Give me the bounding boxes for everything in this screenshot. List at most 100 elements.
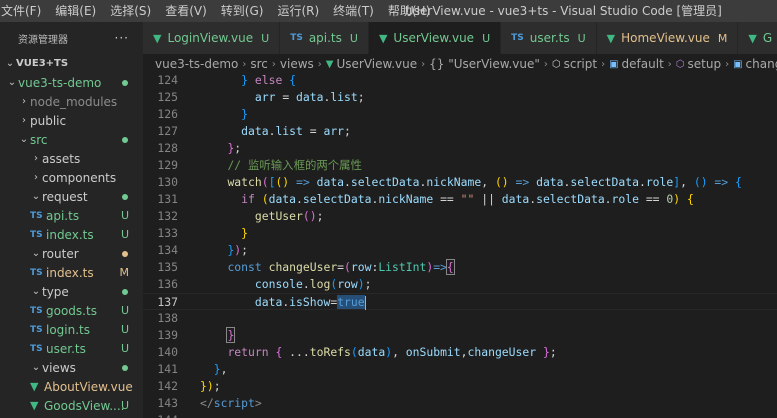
tree-item[interactable]: ⌄ request — [0, 187, 143, 206]
chevron-down-icon: ⌄ — [31, 248, 41, 259]
symbol-icon: ⬡ — [551, 58, 561, 70]
git-status-badge: U — [120, 399, 129, 412]
git-status-badge: U — [120, 342, 129, 355]
code-text: } — [241, 226, 249, 240]
code-text: } — [226, 327, 236, 343]
code-text: arr = data.list; — [254, 90, 365, 104]
code-line: 130 watch([() => data.selectData.nickNam… — [143, 174, 777, 191]
typescript-file-icon: TS — [30, 324, 43, 335]
chevron-right-icon: › — [22, 115, 26, 126]
chevron-down-icon: ⌄ — [7, 77, 17, 88]
tab-homeview-vue[interactable]: ▼ HomeView.vue M — [596, 22, 739, 54]
tree-item-label: node_modules — [30, 94, 118, 109]
tab-api-ts[interactable]: TS api.ts U — [280, 22, 369, 54]
tree-item[interactable]: › public — [0, 111, 143, 130]
window-title: UserView.vue - vue3+ts - Visual Studio C… — [405, 4, 722, 18]
vue-file-icon: ▼ — [748, 31, 757, 45]
code-text: } else { — [241, 73, 297, 87]
tree-item[interactable]: ⌄ vue3-ts-demo — [0, 73, 143, 92]
menu-view[interactable]: 查看(V) — [158, 0, 214, 22]
typescript-file-icon: TS — [511, 33, 524, 43]
tree-item[interactable]: ▼ GoodsView.... U — [0, 396, 143, 415]
typescript-file-icon: TS — [30, 210, 43, 221]
tab-user-ts[interactable]: TS user.ts U — [501, 22, 597, 54]
tree-item[interactable]: ⌄ type — [0, 282, 143, 301]
symbol-icon: ▣ — [609, 58, 619, 70]
code-text: }); — [227, 243, 249, 257]
method-icon: ⬡ — [675, 58, 685, 70]
menu-selection[interactable]: 选择(S) — [103, 0, 158, 22]
tree-item[interactable]: TS login.ts U — [0, 320, 143, 339]
chevron-right-icon: › — [34, 153, 38, 164]
project-name: VUE3+TS — [16, 58, 69, 69]
menu-run[interactable]: 运行(R) — [270, 0, 326, 22]
line-number: 129 — [157, 158, 178, 172]
tree-item[interactable]: ⌄ router — [0, 244, 143, 263]
breadcrumb-item[interactable]: setup — [688, 57, 722, 71]
menu-edit[interactable]: 编辑(E) — [48, 0, 103, 22]
code-line: 132 getUser(); — [143, 208, 777, 225]
git-status-badge: U — [120, 209, 129, 222]
breadcrumb-item[interactable]: src — [250, 57, 268, 71]
breadcrumb-item[interactable]: UserView.vue — [337, 57, 418, 71]
vue-file-icon: ▼ — [153, 31, 162, 45]
tree-item[interactable]: TS index.ts M — [0, 263, 143, 282]
code-line: 138 — [143, 310, 777, 327]
code-line: 141 }, — [143, 361, 777, 378]
tree-item[interactable]: TS index.ts U — [0, 225, 143, 244]
git-status-badge: M — [119, 266, 130, 279]
tree-item[interactable]: ⌄ views — [0, 358, 143, 377]
tree-item[interactable]: TS api.ts U — [0, 206, 143, 225]
tab-label: api.ts — [308, 31, 342, 45]
code-line: 144 — [143, 412, 777, 418]
code-text: watch([() => data.selectData.nickName, (… — [227, 175, 742, 189]
line-number: 136 — [157, 277, 178, 291]
project-root[interactable]: ⌄ VUE3+TS — [0, 54, 143, 73]
tab-loginview-vue[interactable]: ▼ LoginView.vue U — [143, 22, 281, 54]
code-editor[interactable]: 124 } else { 125 arr = data.list; 126 } … — [143, 72, 777, 418]
tree-item[interactable]: ▼ AboutView.vue — [0, 377, 143, 396]
tab-userview-vue[interactable]: ▼ UserView.vue U — [368, 22, 502, 54]
git-status-badge: U — [120, 323, 129, 336]
tree-item[interactable]: › node_modules — [0, 92, 143, 111]
breadcrumb-item[interactable]: script — [564, 57, 597, 71]
menu-file[interactable]: 文件(F) — [0, 0, 48, 22]
tree-item[interactable]: › assets — [0, 149, 143, 168]
tab-g[interactable]: ▼ G — [738, 22, 777, 54]
menu-go[interactable]: 转到(G) — [214, 0, 271, 22]
git-status-badge: U — [120, 304, 129, 317]
code-text: return { ...toRefs(data), onSubmit,chang… — [227, 345, 557, 359]
tree-item[interactable]: TS user.ts U — [0, 339, 143, 358]
menu-terminal[interactable]: 终端(T) — [326, 0, 381, 22]
code-line: 139 } — [143, 327, 777, 344]
breadcrumb-item[interactable]: {} "UserView.vue" — [429, 57, 540, 71]
more-actions-icon[interactable]: ··· — [115, 31, 129, 45]
line-number: 135 — [157, 260, 178, 274]
code-line: 135 const changeUser=(row:ListInt)=>{ — [143, 259, 777, 276]
tree-item[interactable]: › components — [0, 168, 143, 187]
file-tree: ⌄ vue3-ts-demo › node_modules › public ⌄ src › as… — [0, 73, 143, 415]
breadcrumb-item[interactable]: default — [622, 57, 664, 71]
code-line: 140 return { ...toRefs(data), onSubmit,c… — [143, 344, 777, 361]
line-number: 143 — [157, 396, 178, 410]
explorer-header: 资源管理器 ··· — [0, 22, 143, 54]
tree-item[interactable]: TS goods.ts U — [0, 301, 143, 320]
chevron-right-icon: › — [34, 172, 38, 183]
tab-label: LoginView.vue — [167, 31, 254, 45]
code-line: 127 data.list = arr; — [143, 123, 777, 140]
breadcrumb-item[interactable]: vue3-ts-demo — [155, 57, 238, 71]
code-text: }); — [200, 379, 221, 393]
breadcrumb-item[interactable]: changeUser — [746, 57, 777, 71]
code-text: </script> — [200, 396, 262, 410]
tree-item[interactable]: ⌄ src — [0, 130, 143, 149]
breadcrumb-item[interactable]: views — [280, 57, 314, 71]
git-status-dot — [122, 289, 128, 295]
explorer-title: 资源管理器 — [18, 34, 68, 46]
vue-file-icon: ▼ — [30, 399, 39, 412]
git-status-badge: U — [482, 31, 491, 45]
git-status-badge: U — [261, 31, 270, 45]
tab-label: user.ts — [529, 31, 570, 45]
chevron-right-icon: › — [543, 58, 548, 70]
chevron-right-icon: › — [242, 58, 247, 70]
code-text: getUser(); — [254, 209, 324, 223]
